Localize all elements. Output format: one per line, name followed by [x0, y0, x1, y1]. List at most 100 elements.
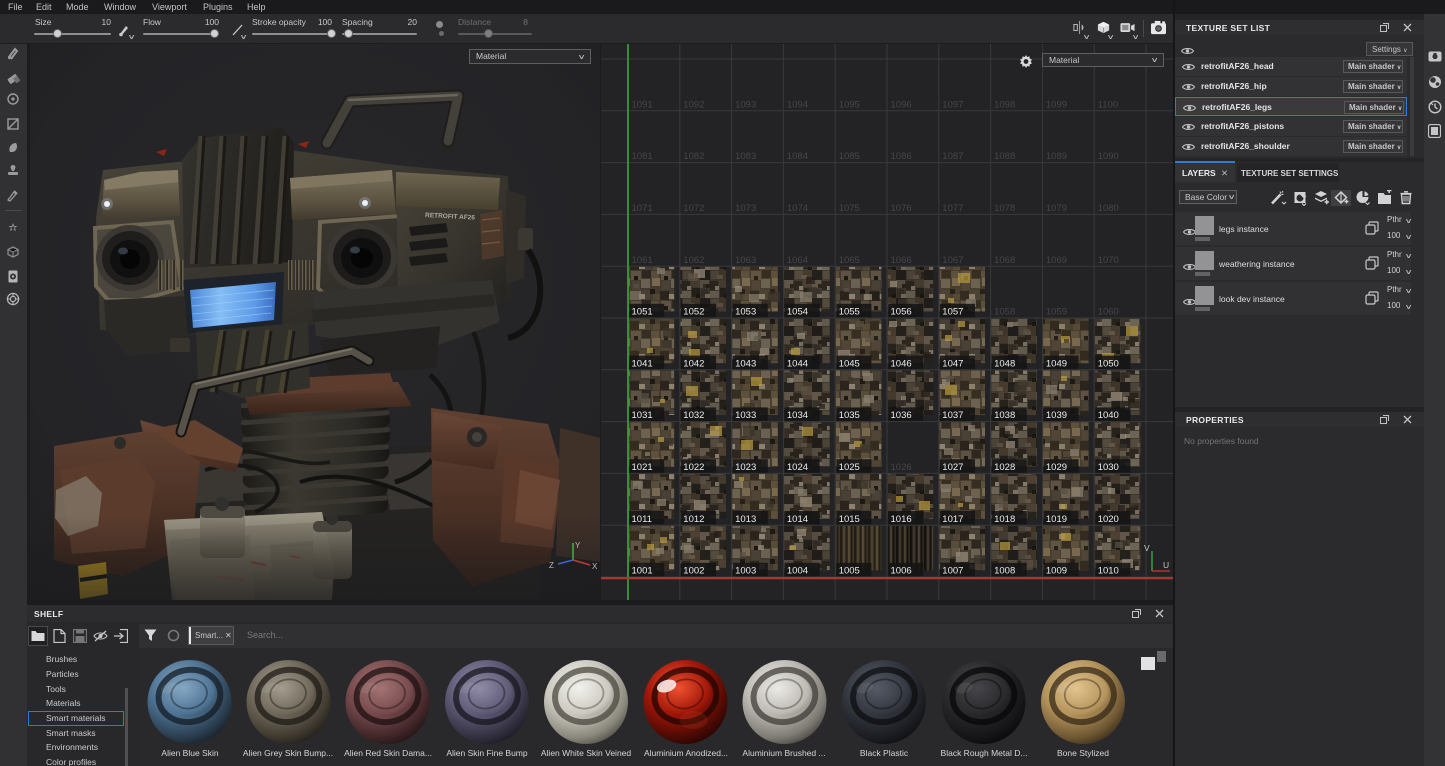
svg-text:1091: 1091	[632, 99, 653, 110]
svg-text:1070: 1070	[1098, 255, 1119, 266]
svg-text:1073: 1073	[735, 203, 756, 214]
svg-text:1071: 1071	[632, 203, 653, 214]
svg-text:1079: 1079	[1046, 203, 1067, 214]
svg-text:1044: 1044	[787, 358, 808, 369]
svg-text:1062: 1062	[683, 255, 704, 266]
svg-text:1093: 1093	[735, 99, 756, 110]
svg-text:1029: 1029	[1046, 462, 1067, 473]
svg-text:1009: 1009	[1046, 566, 1067, 577]
svg-text:1018: 1018	[994, 514, 1015, 525]
svg-text:Z: Z	[549, 561, 554, 570]
svg-text:1002: 1002	[683, 566, 704, 577]
svg-text:1014: 1014	[787, 514, 808, 525]
svg-text:1061: 1061	[632, 255, 653, 266]
svg-text:1048: 1048	[994, 358, 1015, 369]
svg-text:1046: 1046	[891, 358, 912, 369]
svg-text:1075: 1075	[839, 203, 860, 214]
svg-text:1095: 1095	[839, 99, 860, 110]
svg-text:1077: 1077	[942, 203, 963, 214]
svg-text:1016: 1016	[891, 514, 912, 525]
svg-text:1076: 1076	[891, 203, 912, 214]
svg-text:1019: 1019	[1046, 514, 1067, 525]
svg-text:1068: 1068	[994, 255, 1015, 266]
svg-text:1056: 1056	[891, 307, 912, 318]
svg-text:1096: 1096	[891, 99, 912, 110]
svg-text:1055: 1055	[839, 307, 860, 318]
svg-text:1052: 1052	[683, 307, 704, 318]
svg-text:1036: 1036	[891, 410, 912, 421]
svg-text:1087: 1087	[942, 151, 963, 162]
svg-text:1004: 1004	[787, 566, 808, 577]
svg-text:1064: 1064	[787, 255, 808, 266]
svg-text:1021: 1021	[632, 462, 653, 473]
svg-text:1078: 1078	[994, 203, 1015, 214]
svg-text:1015: 1015	[839, 514, 860, 525]
svg-text:1008: 1008	[994, 566, 1015, 577]
svg-text:1040: 1040	[1098, 410, 1119, 421]
svg-text:1067: 1067	[942, 255, 963, 266]
svg-text:1034: 1034	[787, 410, 808, 421]
svg-text:1013: 1013	[735, 514, 756, 525]
svg-text:1001: 1001	[632, 566, 653, 577]
svg-text:1035: 1035	[839, 410, 860, 421]
svg-text:1010: 1010	[1098, 566, 1119, 577]
svg-text:1007: 1007	[942, 566, 963, 577]
svg-text:1097: 1097	[942, 99, 963, 110]
svg-text:1099: 1099	[1046, 99, 1067, 110]
svg-text:1066: 1066	[891, 255, 912, 266]
svg-text:1027: 1027	[942, 462, 963, 473]
svg-text:1072: 1072	[683, 203, 704, 214]
svg-text:1006: 1006	[891, 566, 912, 577]
svg-text:1012: 1012	[683, 514, 704, 525]
svg-text:1057: 1057	[942, 307, 963, 318]
svg-text:1020: 1020	[1098, 514, 1119, 525]
svg-text:1032: 1032	[683, 410, 704, 421]
svg-text:1054: 1054	[787, 307, 808, 318]
svg-text:X: X	[592, 562, 598, 571]
svg-text:1069: 1069	[1046, 255, 1067, 266]
svg-text:1005: 1005	[839, 566, 860, 577]
svg-text:1086: 1086	[891, 151, 912, 162]
svg-text:Y: Y	[575, 541, 581, 550]
svg-text:1053: 1053	[735, 307, 756, 318]
svg-text:1011: 1011	[632, 514, 652, 525]
svg-text:1047: 1047	[942, 358, 963, 369]
svg-text:1098: 1098	[994, 99, 1015, 110]
svg-text:1088: 1088	[994, 151, 1015, 162]
svg-text:1033: 1033	[735, 410, 756, 421]
svg-text:U: U	[1163, 560, 1169, 570]
svg-text:1031: 1031	[632, 410, 653, 421]
svg-text:1065: 1065	[839, 255, 860, 266]
svg-text:1100: 1100	[1098, 99, 1118, 110]
svg-text:1050: 1050	[1098, 358, 1119, 369]
svg-text:V: V	[1144, 543, 1150, 553]
svg-text:1041: 1041	[632, 358, 653, 369]
svg-text:1043: 1043	[735, 358, 756, 369]
svg-text:1059: 1059	[1046, 307, 1067, 318]
svg-text:1025: 1025	[839, 462, 860, 473]
svg-text:1080: 1080	[1098, 203, 1119, 214]
svg-text:1042: 1042	[683, 358, 704, 369]
svg-text:1024: 1024	[787, 462, 808, 473]
svg-text:1094: 1094	[787, 99, 808, 110]
svg-text:1022: 1022	[683, 462, 704, 473]
svg-text:1058: 1058	[994, 307, 1015, 318]
svg-text:1089: 1089	[1046, 151, 1067, 162]
svg-text:1082: 1082	[683, 151, 704, 162]
svg-text:1003: 1003	[735, 566, 756, 577]
svg-text:1039: 1039	[1046, 410, 1067, 421]
svg-text:1023: 1023	[735, 462, 756, 473]
svg-text:1049: 1049	[1046, 358, 1067, 369]
svg-text:1037: 1037	[942, 410, 963, 421]
svg-text:1051: 1051	[632, 307, 653, 318]
svg-text:1083: 1083	[735, 151, 756, 162]
svg-text:1063: 1063	[735, 255, 756, 266]
svg-text:1026: 1026	[891, 462, 912, 473]
svg-text:1045: 1045	[839, 358, 860, 369]
svg-text:1030: 1030	[1098, 462, 1119, 473]
svg-text:1028: 1028	[994, 462, 1015, 473]
svg-text:1074: 1074	[787, 203, 808, 214]
svg-text:1038: 1038	[994, 410, 1015, 421]
svg-text:1081: 1081	[632, 151, 653, 162]
svg-text:1090: 1090	[1098, 151, 1119, 162]
